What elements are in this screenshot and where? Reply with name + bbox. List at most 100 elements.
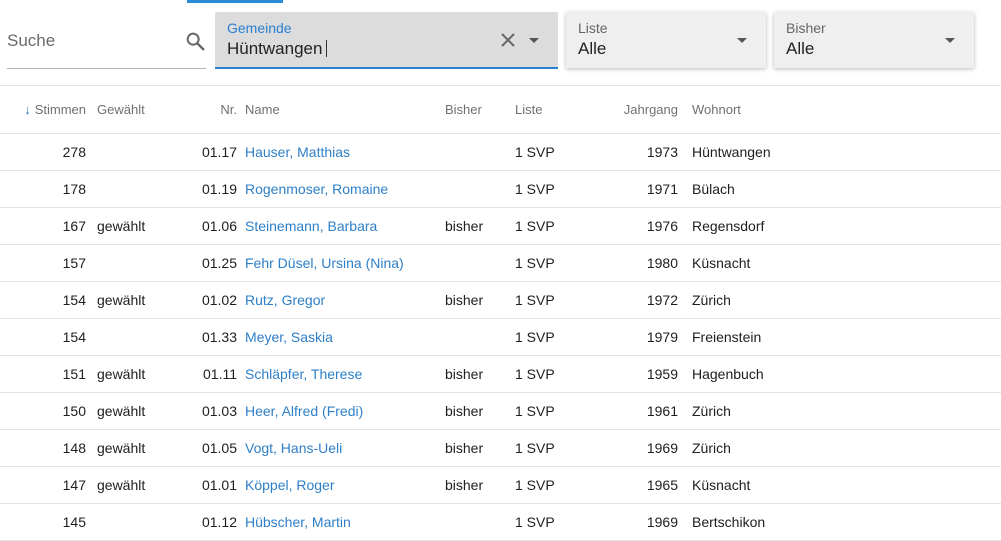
cell-gewaehlt	[86, 244, 183, 282]
cell-bisher	[445, 318, 515, 356]
liste-value[interactable]: Alle	[578, 39, 606, 59]
candidate-name-link[interactable]: Schläpfer, Therese	[245, 355, 445, 393]
column-header-jahrgang[interactable]: Jahrgang	[620, 85, 678, 134]
search-icon[interactable]	[184, 30, 206, 52]
cell-jahrgang: 1972	[620, 281, 678, 319]
cell-jahrgang: 1969	[620, 503, 678, 541]
cell-stimmen: 278	[0, 133, 86, 171]
cell-wohnort: Zürich	[692, 392, 1001, 430]
cell-nr: 01.06	[183, 207, 237, 245]
table-row[interactable]: 154 gewählt 01.02 Rutz, Gregor bisher 1 SVP 19…	[0, 281, 1001, 319]
table-header-row: ↓ Stimmen Gewählt Nr. Name Bisher Liste J…	[0, 85, 1001, 134]
cell-wohnort: Bülach	[692, 170, 1001, 208]
cell-liste: 1 SVP	[515, 281, 620, 319]
cell-gewaehlt: gewählt	[86, 281, 183, 319]
cell-spacer	[237, 281, 245, 319]
column-header-name[interactable]: Name	[245, 85, 445, 134]
cell-spacer	[678, 503, 692, 541]
cell-nr: 01.03	[183, 392, 237, 430]
cell-bisher: bisher	[445, 429, 515, 467]
cell-gewaehlt	[86, 170, 183, 208]
cell-wohnort: Zürich	[692, 281, 1001, 319]
cell-liste: 1 SVP	[515, 207, 620, 245]
candidate-name-link[interactable]: Vogt, Hans-Ueli	[245, 429, 445, 467]
column-header-wohnort[interactable]: Wohnort	[692, 85, 1001, 134]
cell-spacer	[678, 244, 692, 282]
cell-jahrgang: 1979	[620, 318, 678, 356]
cell-bisher: bisher	[445, 466, 515, 504]
column-header-bisher[interactable]: Bisher	[445, 85, 515, 134]
cell-jahrgang: 1969	[620, 429, 678, 467]
cell-nr: 01.33	[183, 318, 237, 356]
cell-gewaehlt	[86, 318, 183, 356]
cell-jahrgang: 1976	[620, 207, 678, 245]
cell-stimmen: 167	[0, 207, 86, 245]
table-row[interactable]: 151 gewählt 01.11 Schläpfer, Therese bisher 1…	[0, 355, 1001, 393]
cell-liste: 1 SVP	[515, 429, 620, 467]
dropdown-arrow-icon[interactable]	[529, 38, 539, 43]
search-field[interactable]: Suche	[7, 12, 206, 69]
cell-jahrgang: 1971	[620, 170, 678, 208]
cell-jahrgang: 1980	[620, 244, 678, 282]
column-header-gewaehlt[interactable]: Gewählt	[86, 85, 183, 134]
cell-jahrgang: 1961	[620, 392, 678, 430]
bisher-select[interactable]: Bisher Alle	[774, 12, 974, 68]
cell-spacer	[678, 392, 692, 430]
liste-select[interactable]: Liste Alle	[566, 12, 766, 68]
table-row[interactable]: 178 01.19 Rogenmoser, Romaine 1 SVP 1971 Büla…	[0, 170, 1001, 208]
cell-wohnort: Hüntwangen	[692, 133, 1001, 171]
bisher-label: Bisher	[786, 20, 826, 36]
sort-descending-icon[interactable]: ↓	[24, 102, 31, 117]
cell-stimmen: 150	[0, 392, 86, 430]
candidate-name-link[interactable]: Rogenmoser, Romaine	[245, 170, 445, 208]
cell-gewaehlt	[86, 133, 183, 171]
cell-gewaehlt: gewählt	[86, 207, 183, 245]
candidate-name-link[interactable]: Köppel, Roger	[245, 466, 445, 504]
cell-nr: 01.25	[183, 244, 237, 282]
candidate-name-link[interactable]: Heer, Alfred (Fredi)	[245, 392, 445, 430]
cell-spacer	[678, 355, 692, 393]
clear-icon[interactable]	[499, 31, 517, 49]
candidate-name-link[interactable]: Meyer, Saskia	[245, 318, 445, 356]
cell-nr: 01.19	[183, 170, 237, 208]
table-row[interactable]: 154 01.33 Meyer, Saskia 1 SVP 1979 Freienstei…	[0, 318, 1001, 356]
cell-jahrgang: 1959	[620, 355, 678, 393]
column-header-stimmen[interactable]: ↓ Stimmen	[0, 85, 86, 134]
table-row[interactable]: 150 gewählt 01.03 Heer, Alfred (Fredi) bishe…	[0, 392, 1001, 430]
gemeinde-value[interactable]: Hüntwangen	[227, 39, 327, 59]
cell-bisher	[445, 170, 515, 208]
cell-gewaehlt: gewählt	[86, 466, 183, 504]
cell-jahrgang: 1965	[620, 466, 678, 504]
table-row[interactable]: 148 gewählt 01.05 Vogt, Hans-Ueli bisher 1 SV…	[0, 429, 1001, 467]
dropdown-arrow-icon[interactable]	[945, 38, 955, 43]
candidate-name-link[interactable]: Fehr Düsel, Ursina (Nina)	[245, 244, 445, 282]
column-header-nr[interactable]: Nr.	[183, 85, 237, 134]
gemeinde-select[interactable]: Gemeinde Hüntwangen	[215, 12, 558, 69]
candidate-name-link[interactable]: Rutz, Gregor	[245, 281, 445, 319]
table-row[interactable]: 145 01.12 Hübscher, Martin 1 SVP 1969 Bertsch…	[0, 503, 1001, 541]
cell-spacer	[237, 503, 245, 541]
cell-gewaehlt	[86, 503, 183, 541]
cell-spacer	[237, 244, 245, 282]
cell-spacer	[237, 392, 245, 430]
candidate-name-link[interactable]: Hübscher, Martin	[245, 503, 445, 541]
cell-spacer	[678, 207, 692, 245]
table-row[interactable]: 278 01.17 Hauser, Matthias 1 SVP 1973 Hüntwan…	[0, 133, 1001, 171]
cell-wohnort: Zürich	[692, 429, 1001, 467]
cell-spacer	[237, 466, 245, 504]
candidate-name-link[interactable]: Hauser, Matthias	[245, 133, 445, 171]
cell-wohnort: Küsnacht	[692, 244, 1001, 282]
cell-wohnort: Freienstein	[692, 318, 1001, 356]
cell-liste: 1 SVP	[515, 392, 620, 430]
cell-wohnort: Hagenbuch	[692, 355, 1001, 393]
bisher-value[interactable]: Alle	[786, 39, 814, 59]
dropdown-arrow-icon[interactable]	[737, 38, 747, 43]
table-row[interactable]: 147 gewählt 01.01 Köppel, Roger bisher 1 SVP 1…	[0, 466, 1001, 504]
cell-liste: 1 SVP	[515, 133, 620, 171]
table-row[interactable]: 167 gewählt 01.06 Steinemann, Barbara bisher…	[0, 207, 1001, 245]
candidate-name-link[interactable]: Steinemann, Barbara	[245, 207, 445, 245]
search-input[interactable]: Suche	[7, 31, 55, 51]
cell-wohnort: Regensdorf	[692, 207, 1001, 245]
column-header-liste[interactable]: Liste	[515, 85, 620, 134]
table-row[interactable]: 157 01.25 Fehr Düsel, Ursina (Nina) 1 SVP 19…	[0, 244, 1001, 282]
